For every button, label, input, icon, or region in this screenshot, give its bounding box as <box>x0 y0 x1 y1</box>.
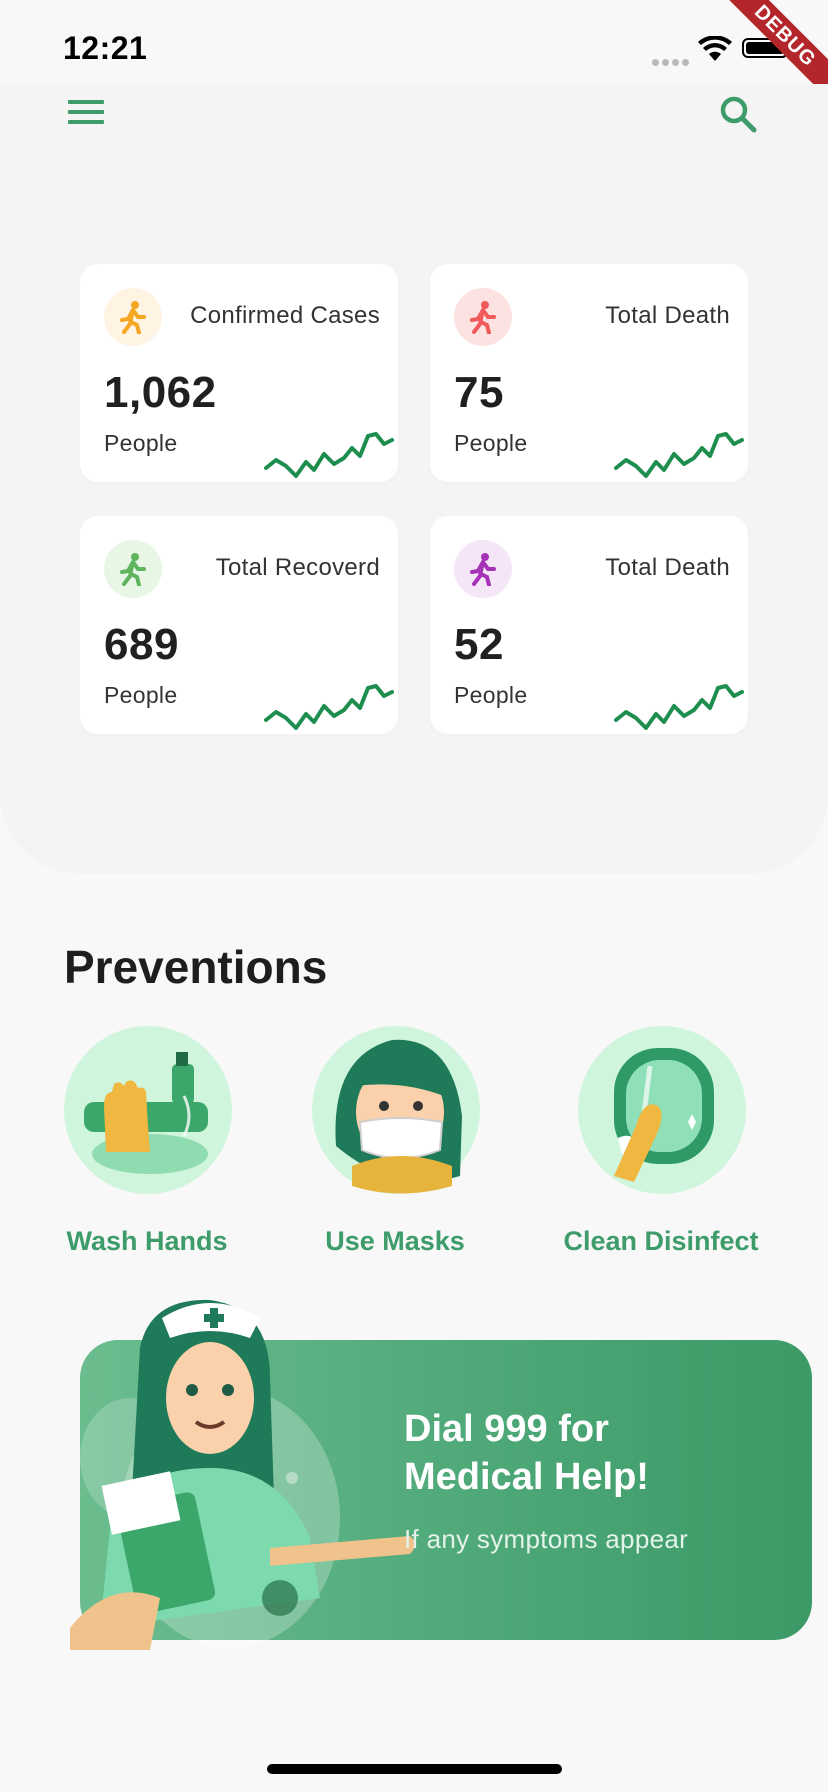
menu-button[interactable] <box>64 94 114 134</box>
stat-card-death[interactable]: Total Death 75 People <box>430 264 748 482</box>
sparkline-chart <box>264 432 394 478</box>
help-title: Dial 999 for Medical Help! <box>404 1405 649 1501</box>
stat-value: 75 <box>454 368 504 417</box>
stat-title: Total Recoverd <box>215 554 380 581</box>
signal-icon <box>652 53 692 71</box>
sparkline-chart <box>614 684 744 730</box>
sparkline-chart <box>264 684 394 730</box>
running-person-icon <box>454 540 512 598</box>
stat-unit: People <box>104 682 178 708</box>
prevention-clean-disinfect[interactable]: Clean Disinfect <box>536 1026 786 1266</box>
status-bar: 12:21 <box>0 0 828 96</box>
running-person-icon <box>104 540 162 598</box>
menu-icon <box>68 100 104 104</box>
stat-value: 52 <box>454 620 504 669</box>
mask-icon <box>312 1026 480 1194</box>
stat-unit: People <box>454 682 528 708</box>
stat-title: Confirmed Cases <box>190 302 380 329</box>
preventions-title: Preventions <box>64 941 328 993</box>
sparkline-chart <box>614 432 744 478</box>
wash-hands-icon <box>64 1026 232 1194</box>
prevention-label: Use Masks <box>325 1226 465 1256</box>
home-indicator[interactable] <box>267 1764 562 1774</box>
help-title-line2: Medical Help! <box>404 1456 649 1498</box>
running-person-icon <box>104 288 162 346</box>
stat-unit: People <box>454 430 528 456</box>
search-icon[interactable] <box>716 92 762 138</box>
stat-card-death-2[interactable]: Total Death 52 People <box>430 516 748 734</box>
prevention-label: Wash Hands <box>66 1226 228 1256</box>
stat-title: Total Death <box>605 302 730 329</box>
running-person-icon <box>454 288 512 346</box>
prevention-use-masks[interactable]: Use Masks <box>270 1026 520 1266</box>
status-time: 12:21 <box>63 30 148 66</box>
stat-card-recovered[interactable]: Total Recoverd 689 People <box>80 516 398 734</box>
help-subtitle: If any symptoms appear <box>404 1524 689 1554</box>
wifi-icon <box>698 36 732 61</box>
help-title-line1: Dial 999 for <box>404 1408 609 1450</box>
disinfect-icon <box>578 1026 746 1194</box>
stat-unit: People <box>104 430 178 456</box>
prevention-wash-hands[interactable]: Wash Hands <box>22 1026 272 1266</box>
stat-card-confirmed[interactable]: Confirmed Cases 1,062 People <box>80 264 398 482</box>
stat-value: 1,062 <box>104 368 217 417</box>
stat-title: Total Death <box>605 554 730 581</box>
prevention-label: Clean Disinfect <box>563 1226 759 1256</box>
stat-value: 689 <box>104 620 179 669</box>
